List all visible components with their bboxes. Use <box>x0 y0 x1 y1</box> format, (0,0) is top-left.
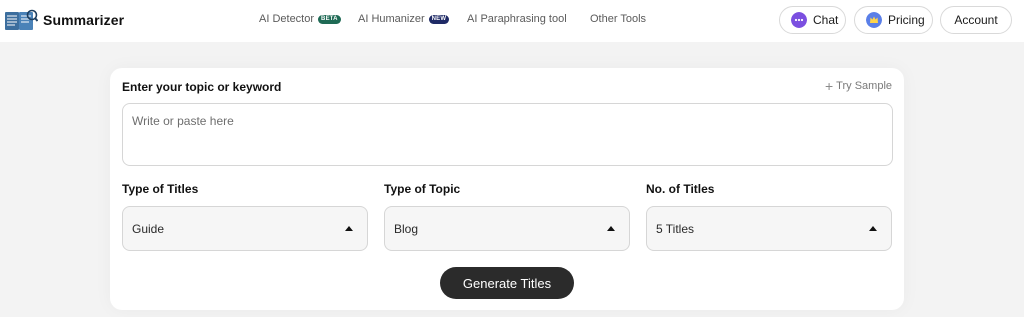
no-of-titles-select[interactable]: 5 Titles <box>646 206 892 251</box>
pricing-button[interactable]: Pricing <box>854 6 933 34</box>
select-value: Blog <box>394 221 419 236</box>
type-of-titles-label: Type of Titles <box>122 182 199 196</box>
nav-item-ai-paraphrasing-tool[interactable]: AI Paraphrasing tool <box>467 12 567 26</box>
caret-up-icon <box>607 226 615 231</box>
account-button-label: Account <box>954 13 998 27</box>
pricing-button-label: Pricing <box>888 13 925 27</box>
nav-item-label: AI Paraphrasing tool <box>467 13 567 25</box>
nav-item-label: AI Detector <box>259 13 315 25</box>
select-value: Guide <box>132 221 165 236</box>
book-reader-logo-icon <box>5 9 38 30</box>
new-badge: NEW <box>428 14 450 24</box>
try-sample-label: Try Sample <box>836 80 892 92</box>
caret-up-icon <box>869 226 877 231</box>
select-value: 5 Titles <box>656 221 695 236</box>
brand-name: Summarizer <box>43 12 125 28</box>
chat-button[interactable]: Chat <box>779 6 846 34</box>
account-button[interactable]: Account <box>940 6 1012 34</box>
nav-item-other-tools[interactable]: Other Tools <box>590 12 646 26</box>
topic-placeholder: Write or paste here <box>132 114 234 128</box>
topic-label: Enter your topic or keyword <box>122 80 282 94</box>
try-sample-button[interactable]: + Try Sample <box>824 77 892 94</box>
type-of-titles-select[interactable]: Guide <box>122 206 368 251</box>
top-navbar: Summarizer AI Detector BETA AI Humanizer… <box>0 0 1024 42</box>
caret-up-icon <box>345 226 353 231</box>
crown-icon <box>866 12 882 28</box>
beta-badge: BETA <box>318 14 341 24</box>
nav-item-label: Other Tools <box>590 13 647 25</box>
type-of-topic-select[interactable]: Blog <box>384 206 630 251</box>
chat-button-label: Chat <box>813 13 839 27</box>
chat-bubble-icon <box>791 12 807 28</box>
nav-item-ai-detector[interactable]: AI Detector BETA <box>259 12 341 26</box>
generate-titles-button[interactable]: Generate Titles <box>440 267 574 299</box>
type-of-topic-label: Type of Topic <box>384 182 461 196</box>
title-generator-card: Enter your topic or keyword + Try Sample… <box>110 68 904 310</box>
topic-input[interactable]: Write or paste here <box>122 103 893 166</box>
no-of-titles-label: No. of Titles <box>646 182 715 196</box>
nav-item-ai-humanizer[interactable]: AI Humanizer NEW <box>358 12 450 26</box>
brand[interactable]: Summarizer <box>4 7 124 33</box>
nav-item-label: AI Humanizer <box>358 13 425 25</box>
plus-icon: + <box>824 77 834 94</box>
